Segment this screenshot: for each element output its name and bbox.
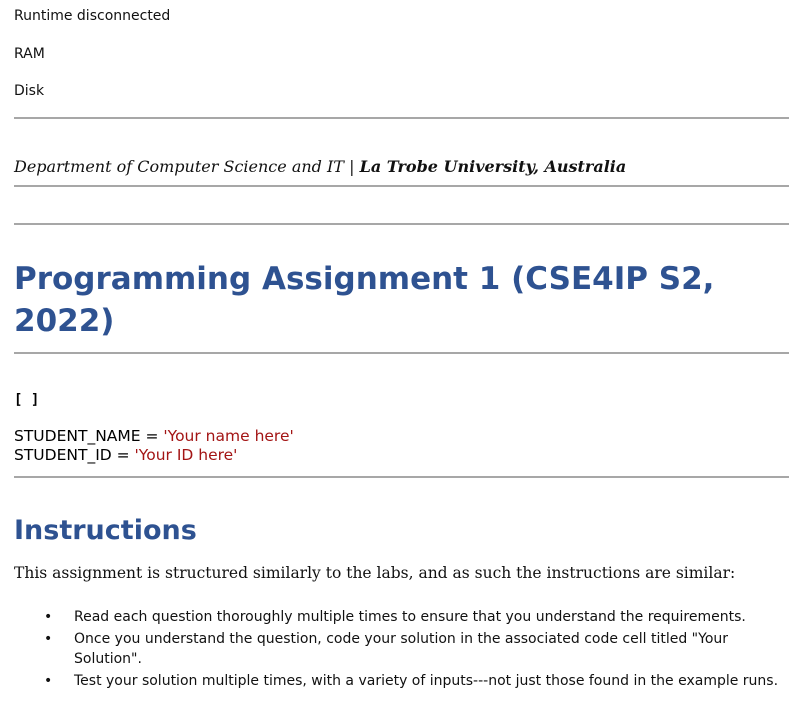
ram-label: RAM [14,46,45,62]
divider-pre-title [14,223,789,225]
list-item-text: Test your solution multiple times, with … [74,673,779,689]
code-var-student-name: STUDENT_NAME = [14,427,164,445]
department-name: Department of Computer Science and IT [14,157,344,176]
university-name: La Trobe University, Australia [359,157,627,176]
bullet-icon: • [44,631,53,647]
code-var-student-id: STUDENT_ID = [14,446,135,464]
list-item: • Read each question thoroughly multiple … [14,607,789,627]
code-string-student-name: 'Your name here' [163,427,294,445]
run-cell-button[interactable]: [ ] [14,391,39,409]
divider-dept [14,185,789,187]
code-cell[interactable]: STUDENT_NAME = 'Your name here' STUDENT_… [14,427,294,465]
bullet-icon: • [44,673,53,689]
bullet-icon: • [44,609,53,625]
list-item: • Test your solution multiple times, with… [14,671,789,691]
code-string-student-id: 'Your ID here' [134,446,238,464]
runtime-status[interactable]: Runtime disconnected [14,7,170,25]
disk-label: Disk [14,83,45,99]
list-item-text: Read each question thoroughly multiple t… [74,609,746,625]
instructions-list: • Read each question thoroughly multiple … [14,607,789,693]
instructions-intro: This assignment is structured similarly … [14,564,736,582]
department-separator: | [349,157,355,176]
instructions-heading: Instructions [14,515,197,546]
divider-top [14,117,789,119]
page-title: Programming Assignment 1 (CSE4IP S2, 202… [14,261,715,339]
list-item-text: Once you understand the question, code y… [74,631,729,667]
divider-post-code [14,476,789,478]
list-item: • Once you understand the question, code … [14,629,789,669]
divider-post-title [14,352,789,354]
department-line: Department of Computer Science and IT | … [14,157,626,177]
